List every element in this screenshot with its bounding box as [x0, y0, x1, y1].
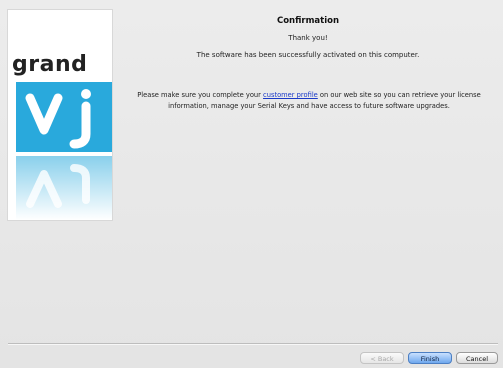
- grand-logo-text: grand: [12, 52, 88, 77]
- profile-info-text: Please make sure you complete your custo…: [118, 90, 500, 112]
- finish-button[interactable]: Finish: [408, 352, 452, 364]
- back-button[interactable]: < Back: [360, 352, 404, 364]
- vj-logo-icon: [16, 82, 112, 220]
- info-text-start: Please make sure you complete your: [137, 91, 264, 99]
- customer-profile-link[interactable]: customer profile: [263, 91, 318, 99]
- cancel-button[interactable]: Cancel: [456, 352, 498, 364]
- confirmation-content: Confirmation Thank you! The software has…: [118, 10, 498, 330]
- thank-you-text: Thank you!: [288, 34, 328, 42]
- confirmation-title: Confirmation: [276, 16, 340, 26]
- activation-message: The software has been successfully activ…: [196, 51, 420, 59]
- logo-panel: grand: [8, 10, 112, 220]
- footer-divider: [8, 343, 498, 344]
- activation-dialog: grand Confirmation Thank you! The softwa…: [0, 0, 503, 368]
